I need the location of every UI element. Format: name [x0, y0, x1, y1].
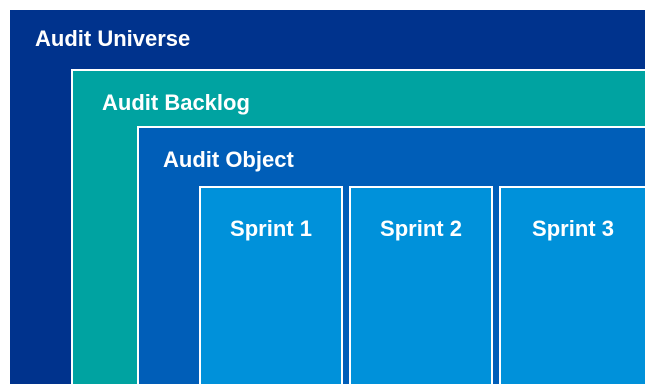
sprint-1-box: Sprint 1: [199, 186, 343, 384]
sprint-2-label: Sprint 2: [380, 216, 462, 241]
sprint-3-label: Sprint 3: [532, 216, 614, 241]
sprint-3-box: Sprint 3: [499, 186, 645, 384]
audit-backlog-label: Audit Backlog: [102, 90, 250, 115]
audit-hierarchy-diagram: Audit Universe Audit Backlog Audit Objec…: [0, 0, 645, 384]
sprint-1-label: Sprint 1: [230, 216, 312, 241]
audit-universe-label: Audit Universe: [35, 26, 191, 51]
audit-object-label: Audit Object: [163, 147, 294, 172]
sprint-2-box: Sprint 2: [349, 186, 493, 384]
